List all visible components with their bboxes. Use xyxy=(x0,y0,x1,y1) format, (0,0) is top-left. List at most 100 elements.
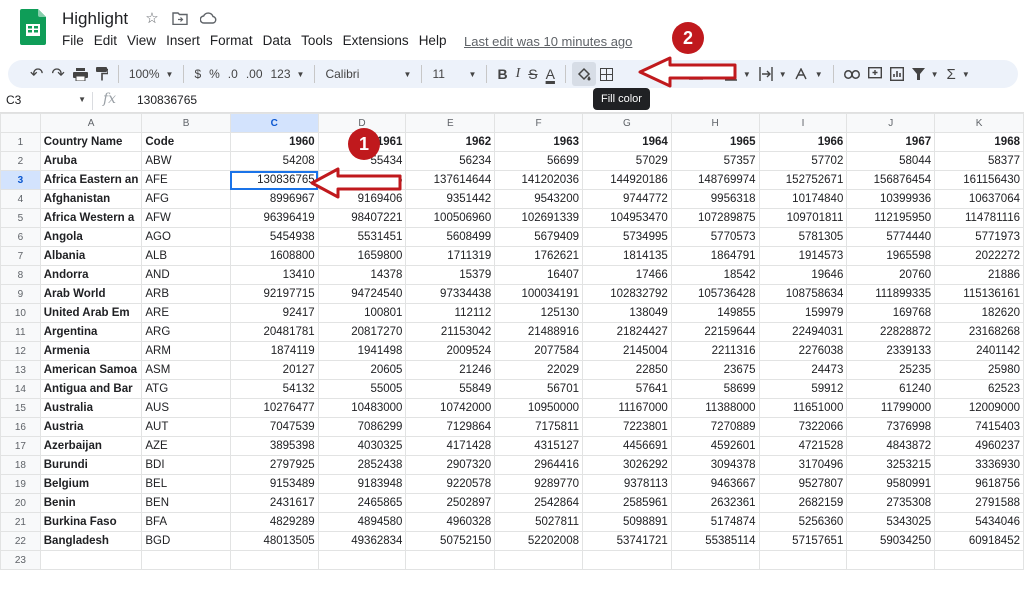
row-header[interactable]: 3 xyxy=(0,170,41,190)
cell[interactable]: AZE xyxy=(141,436,231,456)
row-header[interactable]: 7 xyxy=(0,246,41,266)
cell[interactable]: 7129864 xyxy=(405,417,496,437)
row-header[interactable]: 22 xyxy=(0,531,41,551)
cell[interactable]: 22494031 xyxy=(758,322,848,342)
cell[interactable]: 10483000 xyxy=(317,398,407,418)
cell[interactable]: 104953470 xyxy=(582,208,672,228)
cell[interactable]: 3336930 xyxy=(934,455,1024,475)
cell[interactable]: 1965598 xyxy=(846,246,936,266)
insert-comment-icon[interactable] xyxy=(864,62,886,86)
cell[interactable]: 2682159 xyxy=(758,493,848,513)
cell[interactable]: 9183948 xyxy=(317,474,407,494)
cell[interactable]: 52202008 xyxy=(494,531,583,551)
cell[interactable]: Aruba xyxy=(39,151,143,171)
row-header[interactable]: 11 xyxy=(0,322,41,342)
cell[interactable]: 59912 xyxy=(758,379,848,399)
cell[interactable]: 17466 xyxy=(582,265,672,285)
menu-file[interactable]: File xyxy=(62,33,84,48)
menu-format[interactable]: Format xyxy=(210,33,253,48)
sheets-logo-icon[interactable] xyxy=(20,9,46,45)
cell[interactable] xyxy=(846,550,936,570)
cell[interactable]: 48013505 xyxy=(229,531,319,551)
cell[interactable]: 105736428 xyxy=(670,284,760,304)
strikethrough-button[interactable]: S xyxy=(524,62,541,86)
cell[interactable]: 16407 xyxy=(494,265,583,285)
cell[interactable]: 58377 xyxy=(934,151,1024,171)
cell[interactable]: ARG xyxy=(141,322,231,342)
print-icon[interactable] xyxy=(69,62,92,86)
horizontal-align-icon[interactable]: ▼ xyxy=(685,62,721,86)
column-header-i[interactable]: I xyxy=(758,113,848,133)
cell[interactable]: Afghanistan xyxy=(39,189,143,209)
cell[interactable]: 1762621 xyxy=(494,246,583,266)
cell[interactable]: 57702 xyxy=(758,151,848,171)
cell[interactable]: 22159644 xyxy=(670,322,760,342)
cell[interactable]: 161156430 xyxy=(934,170,1024,190)
cell[interactable]: 56701 xyxy=(494,379,583,399)
cell[interactable]: 20605 xyxy=(317,360,407,380)
cell[interactable]: 1914573 xyxy=(758,246,848,266)
cell[interactable]: 152752671 xyxy=(758,170,848,190)
row-header[interactable]: 20 xyxy=(0,493,41,513)
cell[interactable]: 13410 xyxy=(229,265,319,285)
cell[interactable]: Africa Western a xyxy=(39,208,143,228)
cell[interactable]: 5454938 xyxy=(229,227,319,247)
cell[interactable]: 7047539 xyxy=(229,417,319,437)
cell[interactable]: 1960 xyxy=(229,132,319,152)
cell[interactable]: 3094378 xyxy=(670,455,760,475)
cell[interactable]: 5770573 xyxy=(670,227,760,247)
row-header[interactable]: 6 xyxy=(0,227,41,247)
cell[interactable]: 11167000 xyxy=(582,398,672,418)
cell[interactable] xyxy=(670,550,760,570)
cell[interactable]: 98407221 xyxy=(317,208,407,228)
insert-link-icon[interactable] xyxy=(840,62,864,86)
cell[interactable] xyxy=(582,550,672,570)
cell[interactable]: ARE xyxy=(141,303,231,323)
row-header[interactable]: 13 xyxy=(0,360,41,380)
cell[interactable]: Australia xyxy=(39,398,143,418)
cell[interactable]: 8996967 xyxy=(229,189,319,209)
percent-format-button[interactable]: % xyxy=(205,62,224,86)
cell[interactable]: 1711319 xyxy=(405,246,496,266)
cell[interactable]: 56699 xyxy=(494,151,583,171)
menu-data[interactable]: Data xyxy=(263,33,292,48)
cell[interactable]: Angola xyxy=(39,227,143,247)
select-all-corner[interactable] xyxy=(0,113,41,133)
cell[interactable]: 4721528 xyxy=(758,436,848,456)
column-header-h[interactable]: H xyxy=(670,113,760,133)
cell[interactable]: Benin xyxy=(39,493,143,513)
currency-format-button[interactable]: $ xyxy=(190,62,205,86)
fill-color-icon[interactable] xyxy=(571,62,596,86)
cell[interactable]: ABW xyxy=(141,151,231,171)
cell[interactable]: AGO xyxy=(141,227,231,247)
cell[interactable]: 114781116 xyxy=(934,208,1024,228)
cell[interactable]: 9527807 xyxy=(758,474,848,494)
cell[interactable] xyxy=(758,550,848,570)
cell[interactable]: 7376998 xyxy=(846,417,936,437)
functions-icon[interactable]: Σ ▼ xyxy=(943,62,974,86)
undo-icon[interactable]: ↶ xyxy=(26,62,47,86)
zoom-select[interactable]: 100% ▼ xyxy=(125,62,178,86)
cell[interactable]: 5774440 xyxy=(846,227,936,247)
cell[interactable]: Belgium xyxy=(39,474,143,494)
cell[interactable]: 7270889 xyxy=(670,417,760,437)
cell[interactable]: 159979 xyxy=(758,303,848,323)
cell[interactable]: 9618756 xyxy=(934,474,1024,494)
cell[interactable]: BFA xyxy=(141,512,231,532)
cell[interactable]: 21886 xyxy=(934,265,1024,285)
cell[interactable]: 138049 xyxy=(582,303,672,323)
cell[interactable]: 23675 xyxy=(670,360,760,380)
cell[interactable]: BGD xyxy=(141,531,231,551)
cell[interactable]: 109701811 xyxy=(758,208,848,228)
cell[interactable]: 10637064 xyxy=(934,189,1024,209)
cell[interactable]: ALB xyxy=(141,246,231,266)
cell[interactable]: 1965 xyxy=(670,132,760,152)
row-header[interactable]: 15 xyxy=(0,398,41,418)
cell[interactable]: ASM xyxy=(141,360,231,380)
cell[interactable]: 21488916 xyxy=(494,322,583,342)
cell[interactable]: 1967 xyxy=(846,132,936,152)
cell[interactable]: 25235 xyxy=(846,360,936,380)
cell[interactable]: 5771973 xyxy=(934,227,1024,247)
cell[interactable]: 10276477 xyxy=(229,398,319,418)
cell[interactable]: Code xyxy=(141,132,231,152)
